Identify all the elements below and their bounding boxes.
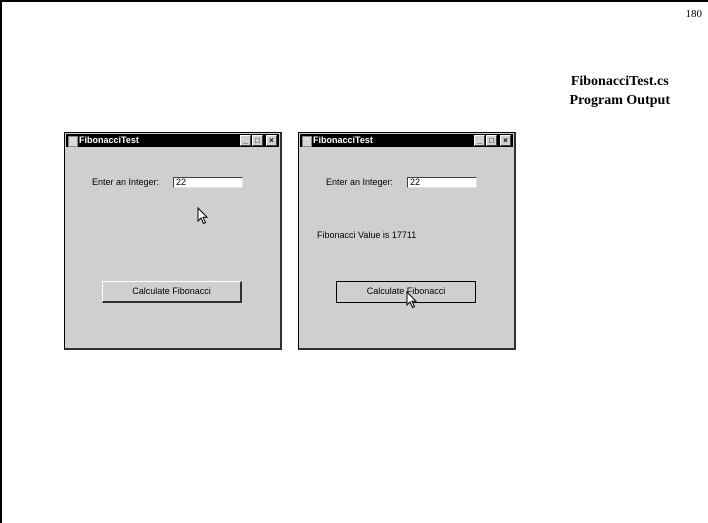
result-label: Fibonacci Value is 17711 [317,230,417,240]
app-icon[interactable] [302,136,312,147]
app-icon[interactable] [68,136,78,147]
maximize-icon[interactable]: □ [252,135,263,146]
maximize-icon[interactable]: □ [486,135,497,146]
calculate-fibonacci-button[interactable]: Calculate Fibonacci [102,281,242,303]
slide-title-line2: Program Output [569,93,670,108]
minimize-icon[interactable]: _ [474,135,485,146]
fibonacci-window-1: FibonacciTest _ □ × Enter an Integer: 22… [64,132,282,350]
integer-input[interactable]: 22 [407,177,477,188]
caption-buttons: _ □ × [239,135,277,146]
window-title: FibonacciTest [313,135,373,145]
close-icon[interactable]: × [266,135,277,146]
close-icon[interactable]: × [500,135,511,146]
slide-title: FibonacciTest.cs Program Output [570,72,670,110]
integer-input[interactable]: 22 [173,177,243,188]
minimize-icon[interactable]: _ [240,135,251,146]
caption-buttons: _ □ × [473,135,511,146]
window-title: FibonacciTest [79,135,139,145]
page-number: 180 [685,8,703,20]
window-titlebar[interactable]: FibonacciTest _ □ × [300,134,513,147]
mouse-cursor-icon [406,291,418,309]
mouse-cursor-icon [197,207,209,225]
slide-title-line1: FibonacciTest.cs [570,74,669,89]
integer-label: Enter an Integer: [92,177,160,187]
window-titlebar[interactable]: FibonacciTest _ □ × [66,134,279,147]
fibonacci-window-2: FibonacciTest _ □ × Enter an Integer: 22… [298,132,516,350]
integer-label: Enter an Integer: [326,177,394,187]
